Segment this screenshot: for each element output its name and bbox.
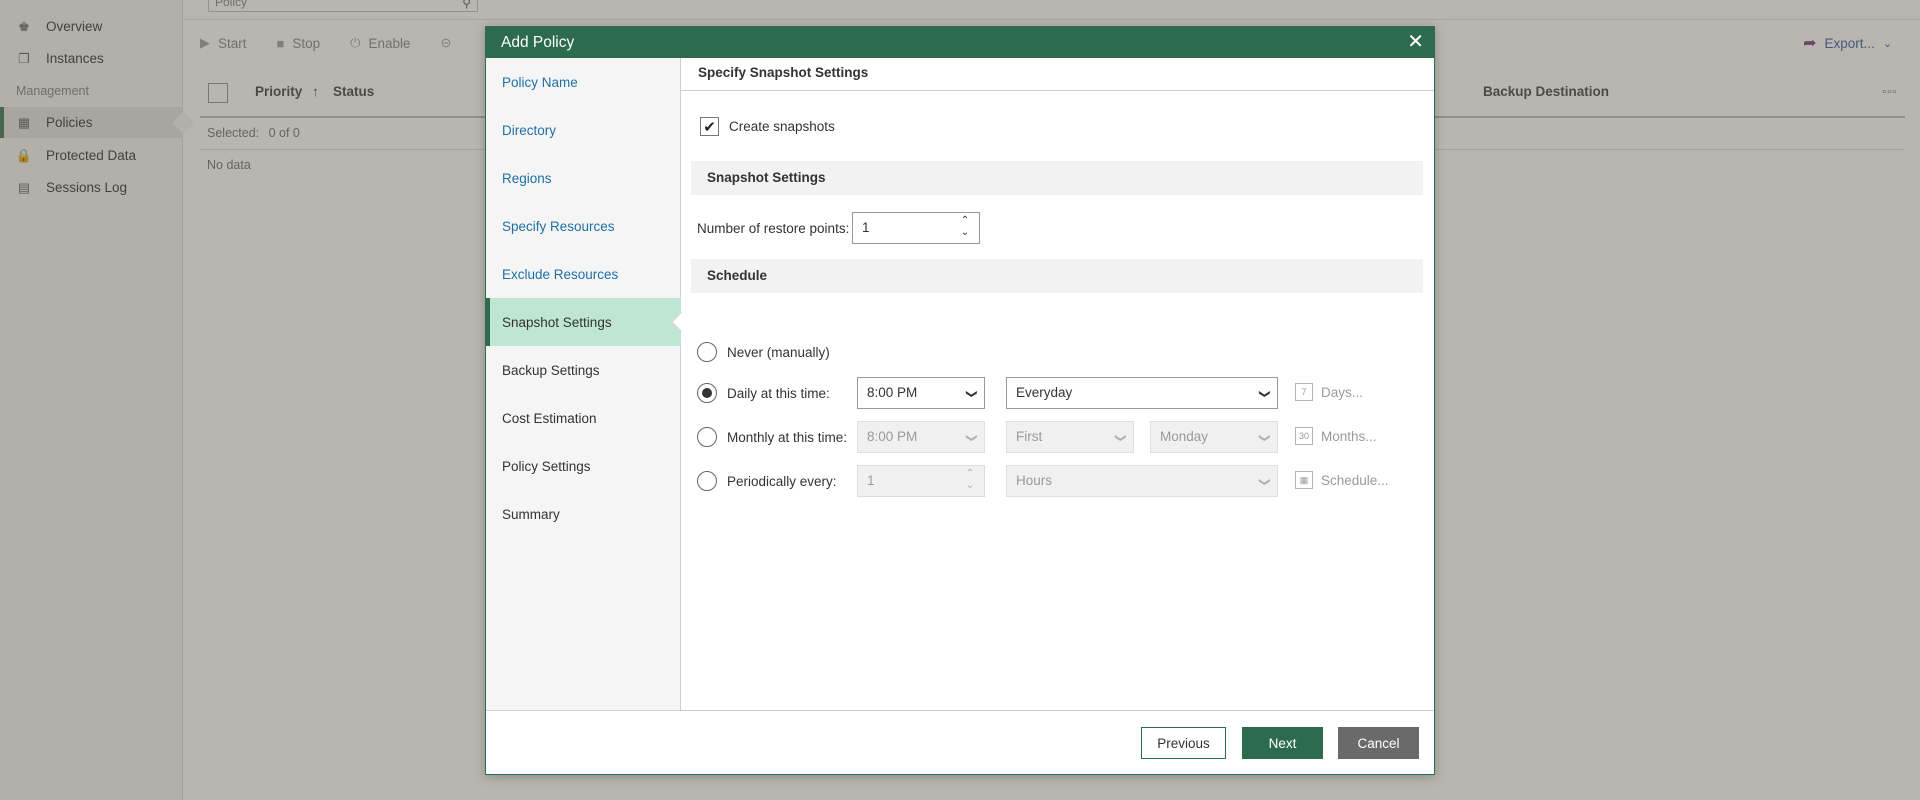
chevron-down-icon: ❯ <box>965 389 978 399</box>
close-icon[interactable]: ✕ <box>1407 31 1424 53</box>
monthly-time-select: 8:00 PM ❯ <box>857 421 985 453</box>
chevron-down-icon: ❯ <box>1258 433 1271 443</box>
daily-time-select[interactable]: 8:00 PM ❯ <box>857 377 985 409</box>
schedule-section: Schedule <box>691 259 1423 293</box>
chevron-down-icon: ❯ <box>1114 433 1127 443</box>
step-summary: Summary <box>502 506 560 522</box>
step-exclude-resources[interactable]: Exclude Resources <box>486 250 681 298</box>
stepper-arrows[interactable]: ⌃ ⌄ <box>959 215 971 241</box>
monthly-time-value: 8:00 PM <box>867 429 918 444</box>
step-policy-settings: Policy Settings <box>502 458 591 474</box>
wizard-steps: Policy Name Directory Regions Specify Re… <box>486 58 681 710</box>
restore-points-value: 1 <box>862 220 870 235</box>
snapshot-settings-section: Snapshot Settings <box>691 161 1423 195</box>
schedule-link-label: Schedule... <box>1321 472 1389 488</box>
schedule-grid-icon: ▦ <box>1295 471 1313 489</box>
create-snapshots-label: Create snapshots <box>729 119 835 134</box>
radio-monthly[interactable] <box>697 427 717 447</box>
add-policy-dialog: Add Policy ✕ Policy Name Directory Regio… <box>485 26 1435 775</box>
chevron-down-icon: ❯ <box>1258 477 1271 487</box>
radio-daily[interactable] <box>697 383 717 403</box>
periodic-stepper: 1 ⌃ ⌄ <box>857 465 985 497</box>
daily-days-select[interactable]: Everyday ❯ <box>1006 377 1278 409</box>
stepper-arrows: ⌃ ⌄ <box>964 468 976 494</box>
dialog-title: Add Policy <box>501 33 575 51</box>
dialog-header: Add Policy ✕ <box>486 27 1434 58</box>
schedule-link: ▦ Schedule... <box>1295 471 1389 489</box>
monthly-week-value: First <box>1016 429 1043 444</box>
periodic-label: Periodically every: <box>727 474 837 489</box>
calendar-7-icon: 7 <box>1295 383 1313 401</box>
never-label: Never (manually) <box>727 345 830 360</box>
days-link[interactable]: 7 Days... <box>1295 383 1363 401</box>
chevron-up-icon[interactable]: ⌃ <box>959 215 971 227</box>
periodic-value: 1 <box>867 473 875 488</box>
chevron-down-icon[interactable]: ⌄ <box>959 227 971 239</box>
step-content: Specify Snapshot Settings ✔ Create snaps… <box>681 58 1434 710</box>
dialog-footer: Previous Next Cancel <box>486 710 1434 774</box>
days-link-label: Days... <box>1321 384 1364 400</box>
daily-days-value: Everyday <box>1016 385 1073 400</box>
periodic-unit-select: Hours ❯ <box>1006 465 1278 497</box>
months-link: 30 Months... <box>1295 427 1377 445</box>
create-snapshots-checkbox[interactable]: ✔ <box>700 117 719 136</box>
step-backup-settings: Backup Settings <box>502 362 600 378</box>
daily-time-value: 8:00 PM <box>867 385 918 400</box>
step-regions[interactable]: Regions <box>486 154 681 202</box>
restore-points-label: Number of restore points: <box>697 221 850 236</box>
check-icon: ✔ <box>703 118 716 136</box>
step-policy-name[interactable]: Policy Name <box>486 58 681 106</box>
step-snapshot-settings[interactable]: Snapshot Settings <box>486 298 681 346</box>
step-specify-resources[interactable]: Specify Resources <box>486 202 681 250</box>
calendar-30-icon: 30 <box>1295 427 1313 445</box>
radio-never[interactable] <box>697 342 717 362</box>
step-directory[interactable]: Directory <box>486 106 681 154</box>
periodic-unit-value: Hours <box>1016 473 1053 488</box>
chevron-down-icon: ❯ <box>1258 389 1271 399</box>
next-button[interactable]: Next <box>1242 727 1323 759</box>
restore-points-stepper[interactable]: 1 ⌃ ⌄ <box>852 212 980 244</box>
radio-periodically[interactable] <box>697 471 717 491</box>
monthly-day-value: Monday <box>1160 429 1209 444</box>
step-cost-estimation: Cost Estimation <box>502 410 597 426</box>
content-title: Specify Snapshot Settings <box>681 58 1434 91</box>
chevron-down-icon: ❯ <box>965 433 978 443</box>
months-link-label: Months... <box>1321 428 1377 444</box>
monthly-day-select: Monday ❯ <box>1150 421 1278 453</box>
previous-button[interactable]: Previous <box>1141 727 1226 759</box>
chevron-up-icon: ⌃ <box>965 468 975 479</box>
daily-label: Daily at this time: <box>727 386 830 401</box>
chevron-down-icon: ⌄ <box>965 480 975 491</box>
cancel-button[interactable]: Cancel <box>1338 727 1419 759</box>
monthly-label: Monthly at this time: <box>727 430 848 445</box>
monthly-week-select: First ❯ <box>1006 421 1134 453</box>
